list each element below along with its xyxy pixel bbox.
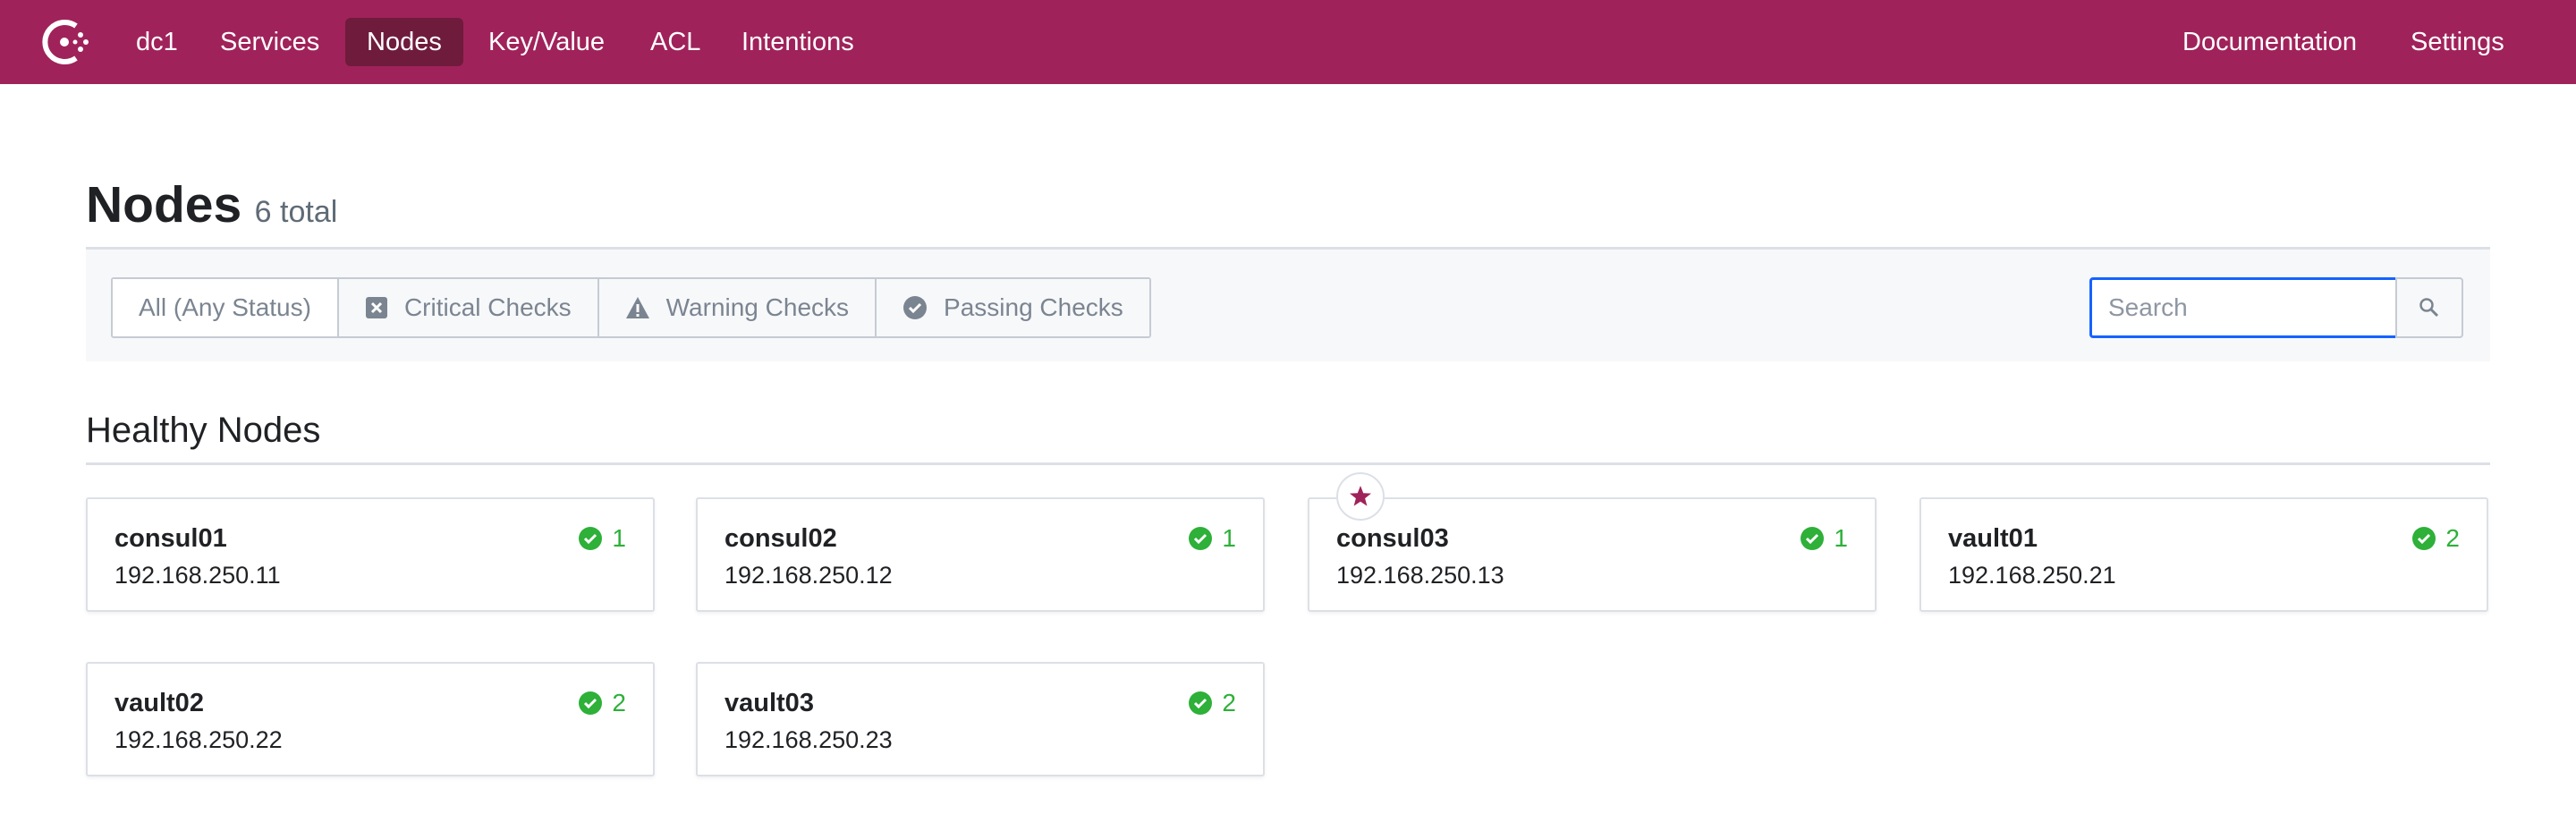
filter-label: All (Any Status) (139, 293, 311, 321)
search-icon (2419, 298, 2439, 318)
nav-item-nodes[interactable]: Nodes (345, 18, 463, 66)
node-name: consul01 (114, 524, 227, 553)
node-name: consul03 (1336, 524, 1449, 553)
passing-checks-badge: 2 (578, 689, 626, 717)
passing-checks-badge: 1 (1800, 524, 1848, 553)
passing-checks-badge: 2 (2411, 524, 2460, 553)
passing-check-icon (903, 296, 928, 319)
node-address: 192.168.250.11 (114, 562, 281, 589)
passing-count: 2 (612, 689, 626, 716)
section-title-healthy-nodes: Healthy Nodes (86, 411, 321, 450)
leader-badge (1336, 472, 1385, 521)
node-address: 192.168.250.21 (1948, 562, 2116, 589)
filter-label: Warning Checks (665, 293, 850, 321)
passing-check-icon (2412, 527, 2436, 550)
node-count: 6 total (254, 195, 338, 229)
filter-warning-checks[interactable]: Warning Checks (598, 279, 877, 336)
critical-x-icon (365, 297, 387, 318)
filter-label: Critical Checks (403, 293, 572, 321)
page-title: Nodes 6 total (86, 175, 337, 234)
node-address: 192.168.250.23 (724, 726, 893, 753)
page-heading: Nodes (86, 176, 242, 233)
search-input[interactable] (2089, 277, 2399, 338)
nav-item-services[interactable]: Services (199, 18, 341, 66)
filter-label: Passing Checks (944, 293, 1123, 321)
passing-checks-badge: 2 (1188, 689, 1236, 717)
node-address: 192.168.250.12 (724, 562, 893, 589)
node-card-consul01[interactable]: consul01 192.168.250.11 1 (86, 497, 655, 612)
passing-count: 2 (2445, 524, 2460, 552)
node-card-vault03[interactable]: vault03 192.168.250.23 2 (696, 662, 1265, 776)
node-address: 192.168.250.22 (114, 726, 283, 753)
passing-count: 1 (1834, 524, 1848, 552)
search-button[interactable] (2395, 277, 2463, 338)
filter-critical-checks[interactable]: Critical Checks (338, 279, 599, 336)
filter-bar: All (Any Status) Critical Checks Warning… (86, 247, 2490, 361)
passing-count: 2 (1222, 689, 1236, 716)
passing-count: 1 (1222, 524, 1236, 552)
nav-item-key-value[interactable]: Key/Value (467, 18, 626, 66)
nav-item-settings[interactable]: Settings (2389, 18, 2526, 66)
consul-logo-icon[interactable] (39, 15, 93, 69)
passing-check-icon (1189, 527, 1213, 550)
node-card-vault01[interactable]: vault01 192.168.250.21 2 (1919, 497, 2488, 612)
passing-check-icon (1801, 527, 1825, 550)
node-name: vault03 (724, 689, 814, 717)
node-card-consul03[interactable]: consul03 192.168.250.13 1 (1308, 497, 1877, 612)
datacenter-selector[interactable]: dc1 (114, 18, 199, 66)
node-name: vault01 (1948, 524, 2038, 553)
star-icon (1350, 486, 1371, 506)
nav-item-acl[interactable]: ACL (629, 18, 722, 66)
node-name: vault02 (114, 689, 204, 717)
section-divider (86, 462, 2490, 465)
node-card-vault02[interactable]: vault02 192.168.250.22 2 (86, 662, 655, 776)
passing-checks-badge: 1 (1188, 524, 1236, 553)
passing-check-icon (579, 527, 603, 550)
status-filter-group: All (Any Status) Critical Checks Warning… (111, 277, 1151, 338)
passing-count: 1 (612, 524, 626, 552)
passing-check-icon (1189, 691, 1213, 715)
filter-all-status[interactable]: All (Any Status) (113, 279, 339, 336)
node-card-consul02[interactable]: consul02 192.168.250.12 1 (696, 497, 1265, 612)
node-address: 192.168.250.13 (1336, 562, 1504, 589)
filter-passing-checks[interactable]: Passing Checks (877, 279, 1149, 336)
nav-item-documentation[interactable]: Documentation (2161, 18, 2378, 66)
passing-check-icon (579, 691, 603, 715)
top-navigation: dc1 Services Nodes Key/Value ACL Intenti… (0, 0, 2576, 84)
passing-checks-badge: 1 (578, 524, 626, 553)
node-name: consul02 (724, 524, 837, 553)
nav-item-intentions[interactable]: Intentions (720, 18, 876, 66)
warning-triangle-icon (625, 297, 649, 318)
